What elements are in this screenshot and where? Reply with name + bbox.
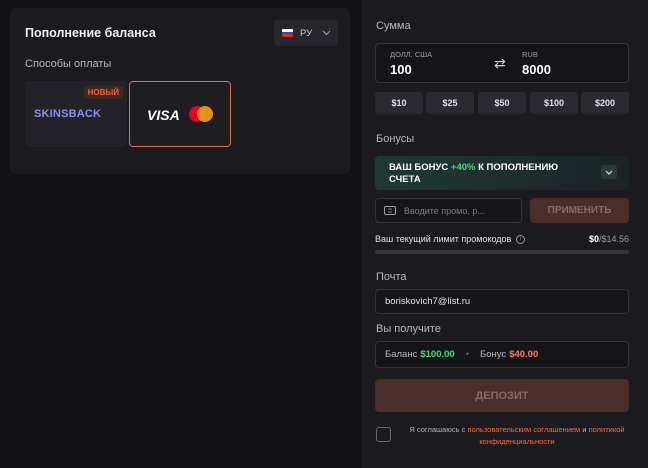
deposit-methods-panel: Пополнение баланса РУ Способы оплаты НОВ…: [10, 8, 350, 174]
promo-code-input[interactable]: Вводите промо, р...: [375, 198, 522, 223]
apply-promo-button[interactable]: ПРИМЕНИТЬ: [530, 198, 629, 223]
quick-amount-50[interactable]: $50: [478, 92, 526, 114]
payment-method-skinsback[interactable]: НОВЫЙ SKINSBACK: [25, 81, 127, 147]
chevron-down-icon[interactable]: [601, 165, 617, 179]
amount-converter: ДОЛЛ. США 100 ⇄ RUB 8000: [375, 43, 629, 83]
visa-logo: VISA: [147, 107, 180, 123]
quick-amount-200[interactable]: $200: [581, 92, 629, 114]
terms-link[interactable]: пользовательским соглашением: [467, 425, 580, 434]
quick-amount-25[interactable]: $25: [426, 92, 474, 114]
promo-limit-label: Ваш текущий лимит промокодов i: [375, 234, 526, 244]
bonus-value: $40.00: [509, 349, 539, 360]
language-selector[interactable]: РУ: [274, 20, 338, 46]
new-badge: НОВЫЙ: [83, 86, 123, 99]
to-amount-input[interactable]: 8000: [522, 62, 551, 77]
from-amount-input[interactable]: 100: [390, 62, 412, 77]
agreement-text: Я соглашаюсь с пользовательским соглашен…: [409, 425, 625, 446]
panel-title: Пополнение баланса: [25, 26, 156, 40]
email-label: Почта: [376, 271, 407, 283]
quick-amount-100[interactable]: $100: [530, 92, 578, 114]
bonus-banner-text: ВАШ БОНУС +40% К ПОПОЛНЕНИЮ СЧЕТА: [389, 162, 559, 185]
chevron-down-icon: [322, 30, 331, 36]
amount-label: Сумма: [376, 20, 411, 32]
promo-limit-progress: [375, 250, 629, 254]
receive-summary: Баланс $100.00 • Бонус $40.00: [375, 341, 629, 368]
info-icon[interactable]: i: [516, 234, 526, 244]
to-currency-label: RUB: [522, 50, 538, 59]
promo-limit-value: $0/$14.56: [588, 234, 629, 244]
promo-placeholder: Вводите промо, р...: [404, 205, 485, 216]
deposit-form: Сумма ДОЛЛ. США 100 ⇄ RUB 8000 $10 $25 $…: [362, 0, 648, 468]
payment-methods-label: Способы оплаты: [25, 58, 112, 70]
skinsback-logo: SKINSBACK: [34, 108, 102, 120]
mastercard-icon: [189, 106, 213, 122]
receive-label: Вы получите: [376, 323, 441, 335]
agreement-checkbox[interactable]: [376, 427, 391, 442]
language-code: РУ: [300, 27, 313, 39]
deposit-button[interactable]: ДЕПОЗИТ: [375, 379, 629, 412]
from-currency-label: ДОЛЛ. США: [390, 50, 433, 59]
quick-amount-10[interactable]: $10: [375, 92, 423, 114]
payment-method-visa[interactable]: VISA: [129, 81, 231, 147]
swap-icon[interactable]: ⇄: [494, 55, 506, 72]
russia-flag-icon: [282, 29, 293, 37]
email-field[interactable]: boriskovich7@list.ru: [375, 289, 629, 314]
ticket-icon: [384, 206, 396, 215]
balance-value: $100.00: [420, 349, 455, 360]
bonuses-label: Бонусы: [376, 133, 415, 145]
bonus-banner[interactable]: ВАШ БОНУС +40% К ПОПОЛНЕНИЮ СЧЕТА: [375, 156, 629, 190]
